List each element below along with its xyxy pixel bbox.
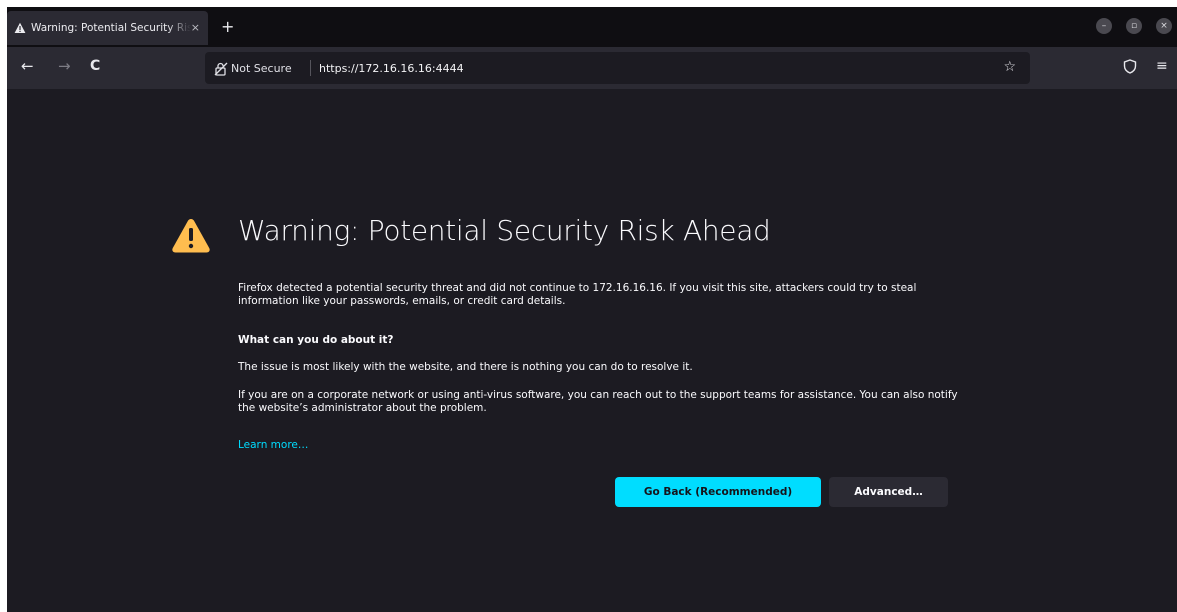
menu-button[interactable]: ≡ [1156,58,1168,74]
tab-warning[interactable]: Warning: Potential Security Risk Ahead × [7,11,208,45]
tab-title: Warning: Potential Security Risk Ahead [31,22,191,34]
issue-paragraph: The issue is most likely with the websit… [238,361,693,373]
go-back-button[interactable]: Go Back (Recommended) [615,477,821,507]
maximize-button[interactable]: ▫ [1126,18,1142,34]
bookmark-star-icon[interactable]: ☆ [1003,59,1016,75]
error-page: Warning: Potential Security Risk Ahead F… [7,89,1177,612]
page-title: Warning: Potential Security Risk Ahead [238,214,771,247]
corporate-paragraph: If you are on a corporate network or usi… [238,389,958,414]
not-secure-label[interactable]: Not Secure [231,62,292,75]
tab-close-icon[interactable]: × [191,21,200,34]
what-can-you-do-heading: What can you do about it? [238,334,394,346]
intro-paragraph: Firefox detected a potential security th… [238,282,917,307]
nav-toolbar: ← → C Not Secure https://172.16.16.16:44… [7,47,1177,89]
browser-window: Warning: Potential Security Risk Ahead ×… [7,7,1177,612]
warning-triangle-icon [14,22,26,34]
back-button[interactable]: ← [21,57,34,75]
reload-button[interactable]: C [90,57,100,75]
forward-button[interactable]: → [58,57,71,75]
minimize-button[interactable]: – [1096,18,1112,34]
warning-triangle-icon [171,217,211,258]
url-bar[interactable]: Not Secure https://172.16.16.16:4444 ☆ [205,52,1030,84]
learn-more-link[interactable]: Learn more… [238,439,308,451]
url-divider [310,60,311,76]
url-text[interactable]: https://172.16.16.16:4444 [319,62,464,75]
tab-strip: Warning: Potential Security Risk Ahead ×… [7,7,1177,47]
close-window-button[interactable]: × [1156,18,1172,34]
broken-lock-icon[interactable] [214,61,228,80]
new-tab-button[interactable]: + [221,19,234,35]
advanced-button[interactable]: Advanced… [829,477,948,507]
shield-icon[interactable] [1123,59,1137,78]
